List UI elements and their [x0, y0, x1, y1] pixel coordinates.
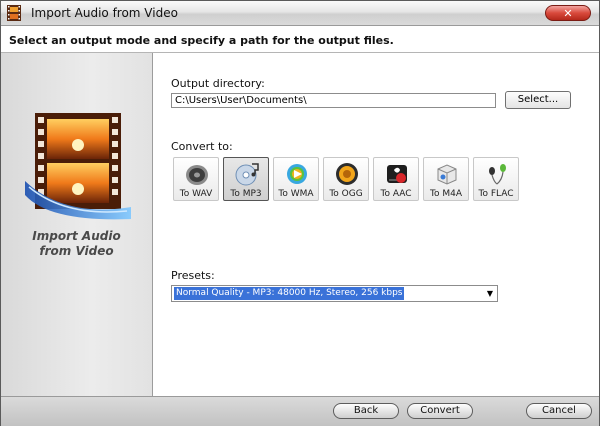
- format-aac-label: To AAC: [380, 189, 412, 199]
- sidebar-caption-line1: Import Audio: [32, 229, 121, 243]
- instruction-header: Select an output mode and specify a path…: [1, 26, 599, 53]
- main-panel: Output directory: C:\Users\User\Document…: [153, 53, 599, 396]
- cancel-button[interactable]: Cancel: [526, 403, 592, 419]
- format-flac-button[interactable]: To FLAC: [473, 157, 519, 201]
- ogg-speaker-icon: [336, 163, 358, 185]
- dialog-window: Import Audio from Video ✕ Select an outp…: [0, 0, 600, 426]
- film-app-icon: [7, 5, 21, 21]
- aac-icon: [387, 165, 407, 183]
- format-aac-button[interactable]: To AAC: [373, 157, 419, 201]
- format-ogg-label: To OGG: [329, 189, 363, 199]
- output-directory-label: Output directory:: [171, 77, 265, 90]
- format-flac-label: To FLAC: [478, 189, 514, 199]
- sidebar-caption-line2: from Video: [39, 244, 114, 258]
- format-wav-button[interactable]: To WAV: [173, 157, 219, 201]
- format-m4a-label: To M4A: [430, 189, 462, 199]
- m4a-box-icon: [437, 164, 457, 185]
- format-mp3-button[interactable]: To MP3: [223, 157, 269, 201]
- title-bar[interactable]: Import Audio from Video ✕: [1, 1, 599, 26]
- sidebar-caption: Import Audio from Video: [1, 229, 152, 259]
- flac-earphones-icon: [489, 164, 506, 185]
- back-button[interactable]: Back: [333, 403, 399, 419]
- select-directory-button[interactable]: Select...: [505, 91, 571, 109]
- mp3-disc-icon: [235, 163, 259, 186]
- presets-dropdown[interactable]: Normal Quality - MP3: 48000 Hz, Stereo, …: [171, 285, 498, 302]
- format-wav-label: To WAV: [179, 189, 213, 199]
- media-player-icon: [287, 164, 307, 184]
- window-title: Import Audio from Video: [31, 6, 178, 20]
- convert-button[interactable]: Convert: [407, 403, 473, 419]
- format-ogg-button[interactable]: To OGG: [323, 157, 369, 201]
- convert-to-label: Convert to:: [171, 140, 233, 153]
- sidebar-panel: Import Audio from Video: [1, 53, 153, 396]
- instruction-text: Select an output mode and specify a path…: [9, 34, 394, 47]
- format-mp3-label: To MP3: [230, 189, 262, 199]
- film-strip-icon: [25, 113, 131, 220]
- presets-label: Presets:: [171, 269, 215, 282]
- format-wma-button[interactable]: To WMA: [273, 157, 319, 201]
- presets-selected-value: Normal Quality - MP3: 48000 Hz, Stereo, …: [174, 287, 405, 300]
- close-button[interactable]: ✕: [545, 5, 591, 21]
- footer-bar: Back Convert Cancel: [1, 396, 599, 426]
- dropdown-arrow-icon[interactable]: ▼: [487, 289, 493, 298]
- speaker-icon: [186, 165, 208, 185]
- output-directory-field[interactable]: C:\Users\User\Documents\: [171, 93, 496, 108]
- close-icon: ✕: [563, 7, 573, 20]
- format-m4a-button[interactable]: To M4A: [423, 157, 469, 201]
- format-wma-label: To WMA: [278, 189, 314, 199]
